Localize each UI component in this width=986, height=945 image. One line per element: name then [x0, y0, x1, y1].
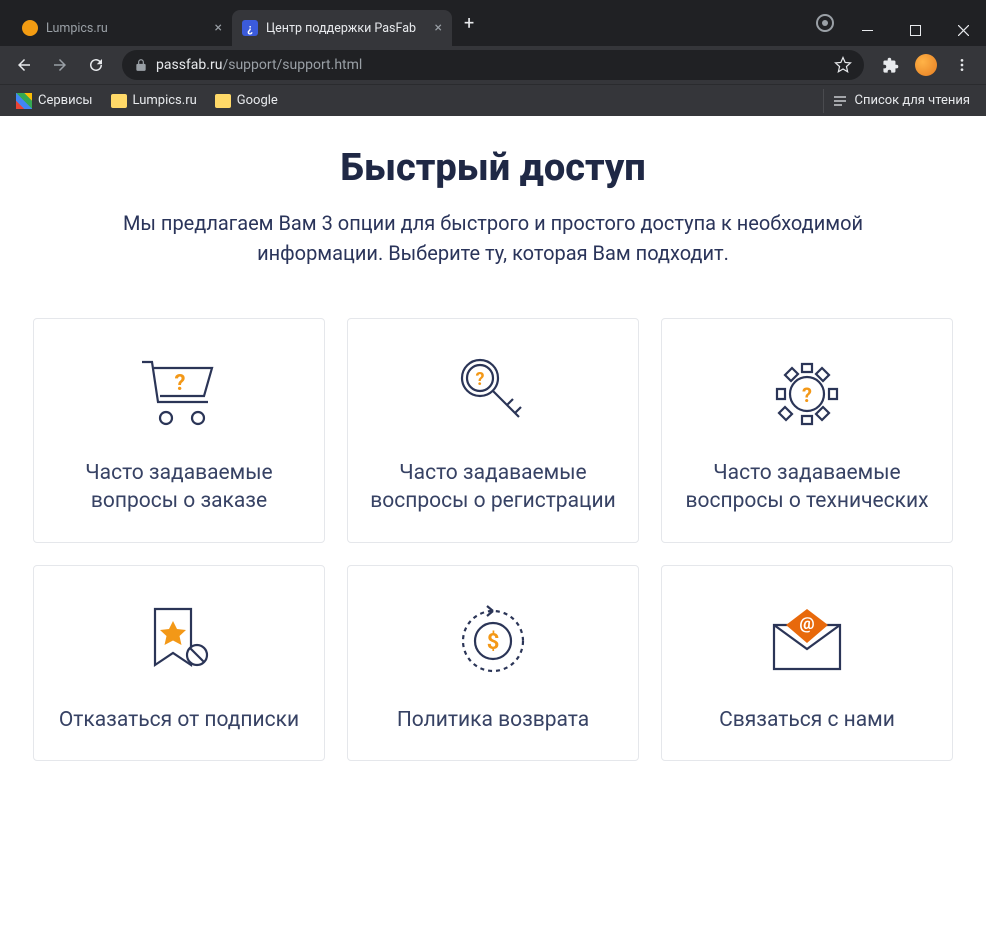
reading-list-button[interactable]: Список для чтения: [823, 89, 978, 113]
back-button[interactable]: [8, 49, 40, 81]
key-question-icon: ?: [448, 349, 538, 439]
folder-icon: [215, 94, 231, 108]
apps-button[interactable]: Сервисы: [8, 89, 101, 113]
bookmarks-bar: Сервисы Lumpics.ru Google Список для чте…: [0, 84, 986, 116]
list-icon: [832, 93, 848, 109]
avatar-icon: [915, 54, 937, 76]
forward-button[interactable]: [44, 49, 76, 81]
lock-icon: [134, 58, 148, 72]
maximize-button[interactable]: [892, 14, 938, 46]
reading-list-label: Список для чтения: [854, 93, 970, 108]
bookmark-lumpics[interactable]: Lumpics.ru: [103, 89, 205, 112]
card-title: Часто задаваемые вопросы о заказе: [52, 459, 306, 516]
star-icon[interactable]: [834, 56, 852, 74]
bookmark-star-icon: [139, 596, 219, 686]
window-controls: [844, 12, 986, 46]
page-subtitle: Мы предлагаем Вам 3 опции для быстрого и…: [83, 208, 903, 268]
close-button[interactable]: [940, 14, 986, 46]
account-indicator-icon[interactable]: [816, 14, 834, 32]
card-registration-faq[interactable]: ? Часто задаваемые воспросы о регистраци…: [347, 318, 639, 543]
bookmark-label: Lumpics.ru: [133, 93, 197, 108]
svg-text:?: ?: [476, 369, 485, 390]
favicon-icon: ¿: [242, 20, 258, 36]
card-technical-faq[interactable]: ? Часто задаваемые воспросы о технически…: [661, 318, 953, 543]
card-title: Отказаться от подписки: [59, 706, 299, 734]
page-content[interactable]: Быстрый доступ Мы предлагаем Вам 3 опции…: [0, 116, 986, 945]
refund-icon: $: [451, 596, 535, 686]
contact-envelope-icon: @: [762, 596, 852, 686]
svg-text:$: $: [487, 630, 500, 655]
svg-text:?: ?: [175, 371, 186, 396]
card-refund-policy[interactable]: $ Политика возврата: [347, 565, 639, 761]
tab-passfab[interactable]: ¿ Центр поддержки PasFab ×: [232, 10, 452, 46]
tab-strip: Lumpics.ru × ¿ Центр поддержки PasFab × …: [0, 0, 816, 46]
profile-button[interactable]: [910, 49, 942, 81]
gear-question-icon: ?: [762, 349, 852, 439]
bookmark-label: Google: [237, 93, 278, 108]
address-bar[interactable]: passfab.ru/support/support.html: [122, 50, 864, 80]
favicon-icon: [22, 20, 38, 36]
card-title: Политика возврата: [397, 706, 589, 734]
card-contact-us[interactable]: @ Связаться с нами: [661, 565, 953, 761]
tab-title: Центр поддержки PasFab: [266, 21, 427, 36]
apps-icon: [16, 93, 32, 109]
svg-text:?: ?: [802, 383, 812, 407]
toolbar: passfab.ru/support/support.html: [0, 46, 986, 84]
page-heading: Быстрый доступ: [10, 146, 976, 190]
minimize-button[interactable]: [844, 14, 890, 46]
url-text: passfab.ru/support/support.html: [156, 57, 826, 73]
titlebar: Lumpics.ru × ¿ Центр поддержки PasFab × …: [0, 0, 986, 46]
tab-title: Lumpics.ru: [46, 21, 207, 36]
cards-grid: ? Часто задаваемые вопросы о заказе ? Ча…: [33, 318, 953, 761]
bookmark-google[interactable]: Google: [207, 89, 286, 112]
card-title: Часто задаваемые воспросы о технических: [680, 459, 934, 516]
tab-lumpics[interactable]: Lumpics.ru ×: [12, 10, 232, 46]
card-unsubscribe[interactable]: Отказаться от подписки: [33, 565, 325, 761]
card-title: Часто задаваемые воспросы о регистрации: [366, 459, 620, 516]
folder-icon: [111, 94, 127, 108]
new-tab-button[interactable]: +: [452, 13, 486, 34]
card-order-faq[interactable]: ? Часто задаваемые вопросы о заказе: [33, 318, 325, 543]
close-icon[interactable]: ×: [215, 20, 222, 36]
cart-question-icon: ?: [134, 349, 224, 439]
svg-text:@: @: [799, 614, 814, 634]
apps-label: Сервисы: [38, 93, 93, 108]
extensions-button[interactable]: [874, 49, 906, 81]
close-icon[interactable]: ×: [435, 20, 442, 36]
card-title: Связаться с нами: [719, 706, 895, 734]
menu-button[interactable]: [946, 49, 978, 81]
reload-button[interactable]: [80, 49, 112, 81]
